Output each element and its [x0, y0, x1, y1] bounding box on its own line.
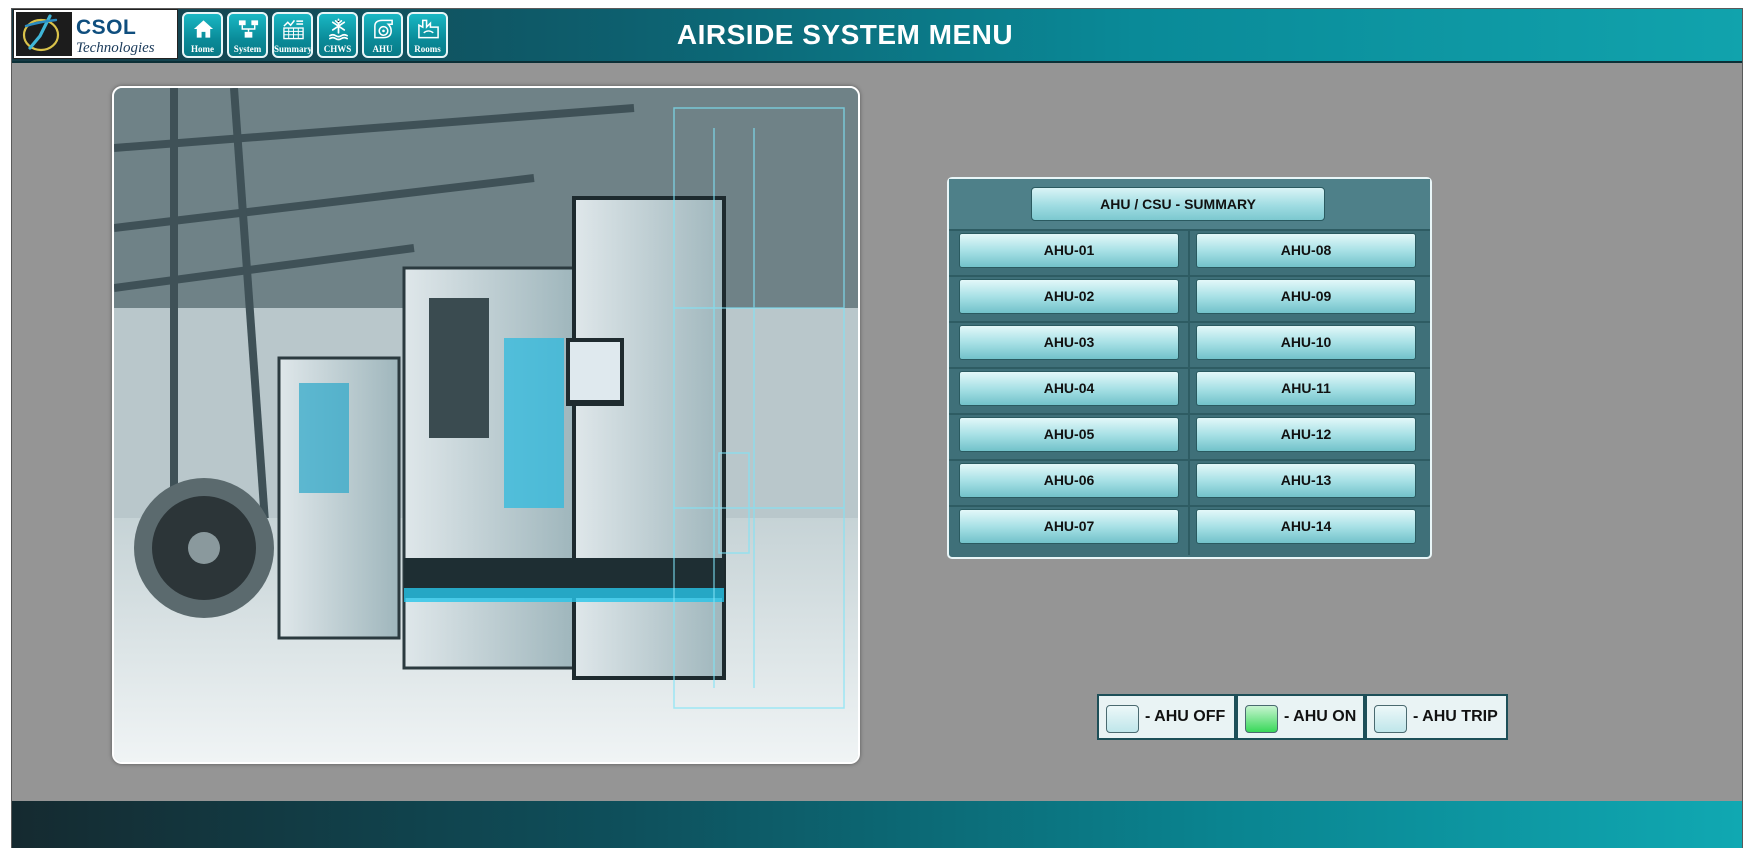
nav-home-label: Home: [191, 44, 214, 54]
fan-icon: [374, 19, 393, 39]
nav-home-button[interactable]: Home: [182, 12, 223, 58]
ahu-06-button[interactable]: AHU-06: [959, 463, 1179, 498]
logo-text-csol: CSOL: [76, 16, 137, 39]
page-title: AIRSIDE SYSTEM MENU: [676, 19, 1014, 50]
ahu-csu-summary-button[interactable]: AHU / CSU - SUMMARY: [1031, 187, 1325, 221]
ahu-09-button[interactable]: AHU-09: [1196, 279, 1416, 314]
company-logo: CSOL Technologies: [13, 9, 178, 59]
summary-table-icon: [283, 19, 304, 40]
legend-swatch-on: [1245, 705, 1278, 733]
nav-summary-label: Summary: [274, 44, 312, 54]
nav-rooms-button[interactable]: Rooms: [407, 12, 448, 58]
ahu-07-button[interactable]: AHU-07: [959, 509, 1179, 544]
nav-chws-button[interactable]: CHWS: [317, 12, 358, 58]
ahu-04-button[interactable]: AHU-04: [959, 371, 1179, 406]
nav-chws-label: CHWS: [323, 44, 352, 54]
legend-swatch-trip: [1374, 705, 1407, 733]
nav-system-label: System: [233, 44, 262, 54]
ahu-01-button[interactable]: AHU-01: [959, 233, 1179, 268]
footer-bar: [12, 801, 1742, 848]
system-diagram-icon: [238, 20, 259, 38]
legend-label: - AHU TRIP: [1413, 708, 1498, 725]
logo-mark: [16, 12, 72, 56]
nav-ahu-button[interactable]: AHU: [362, 12, 403, 58]
legend-ahu-off: - AHU OFF: [1097, 694, 1236, 740]
ahu-11-button[interactable]: AHU-11: [1196, 371, 1416, 406]
ahu-10-button[interactable]: AHU-10: [1196, 325, 1416, 360]
legend-label: - AHU OFF: [1145, 708, 1226, 725]
nav-system-button[interactable]: System: [227, 12, 268, 58]
grid-divider: [1188, 229, 1190, 555]
logo-text-technologies: Technologies: [76, 40, 155, 56]
nav-summary-button[interactable]: Summary: [272, 12, 313, 58]
ahu-14-button[interactable]: AHU-14: [1196, 509, 1416, 544]
ahu-05-button[interactable]: AHU-05: [959, 417, 1179, 452]
ahu-13-button[interactable]: AHU-13: [1196, 463, 1416, 498]
panel-header: AHU / CSU - SUMMARY: [949, 179, 1430, 229]
hero-factory-image: [112, 86, 860, 764]
legend-ahu-trip: - AHU TRIP: [1365, 694, 1508, 740]
ahu-12-button[interactable]: AHU-12: [1196, 417, 1416, 452]
room-icon: [418, 19, 439, 39]
legend-ahu-on: - AHU ON: [1236, 694, 1365, 740]
ahu-03-button[interactable]: AHU-03: [959, 325, 1179, 360]
home-icon: [193, 20, 214, 38]
legend-swatch-off: [1106, 705, 1139, 733]
ahu-selection-panel: AHU / CSU - SUMMARY AHU-01 AHU-02 AHU-03…: [947, 177, 1432, 559]
nav-ahu-label: AHU: [372, 44, 393, 54]
ahu-02-button[interactable]: AHU-02: [959, 279, 1179, 314]
ahu-08-button[interactable]: AHU-08: [1196, 233, 1416, 268]
snowflake-icon: [329, 18, 348, 41]
nav-rooms-label: Rooms: [414, 44, 441, 54]
legend-label: - AHU ON: [1284, 708, 1357, 725]
